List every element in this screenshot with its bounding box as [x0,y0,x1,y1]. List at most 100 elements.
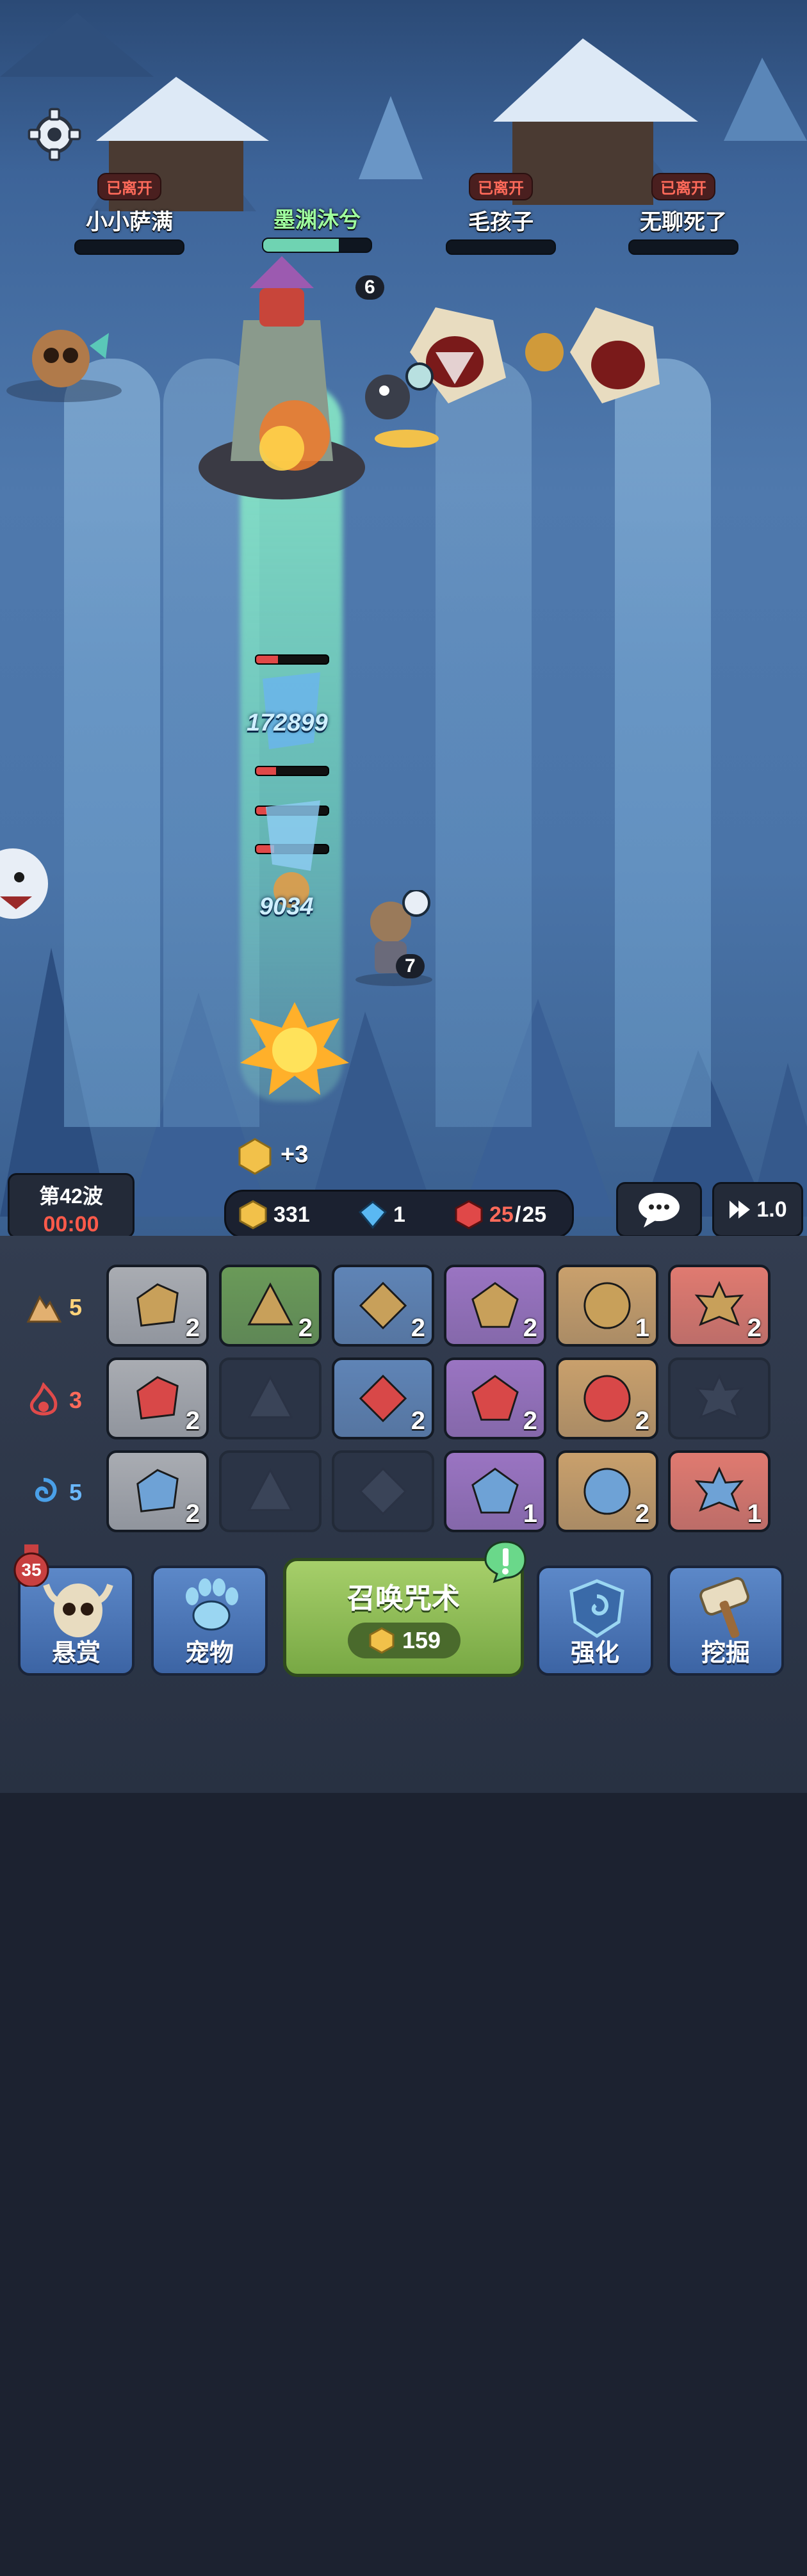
spell-card[interactable]: 1 [444,1450,546,1532]
speed-button[interactable]: 1.0 [712,1182,803,1236]
spell-emblem-icon [247,1375,293,1418]
spell-card[interactable]: 1 [556,1265,658,1347]
spell-emblem-icon [583,1468,631,1515]
element-label-earth: 5 [26,1276,90,1340]
spell-card [332,1450,434,1532]
spell-emblem-icon [359,1374,407,1423]
battlefield: 已离开 小小萨满 墨渊沐兮 已离开 毛孩子 已离开 无聊死了 6 172899 … [0,0,807,1236]
spell-emblem-icon [471,1375,519,1421]
spell-emblem-icon [471,1282,519,1328]
enemy-masked-warrior[interactable] [0,320,128,403]
spell-emblem-icon [471,1468,519,1514]
paw-icon [186,1578,238,1631]
swirl-shield-icon [569,1579,624,1638]
wave-timer: 00:00 [43,1212,99,1236]
summon-cost-value: 159 [402,1627,441,1653]
spell-emblem-icon [359,1467,407,1516]
spell-emblem-icon [136,1469,179,1512]
spell-card[interactable]: 2 [219,1265,322,1347]
speed-value: 1.0 [756,1197,787,1222]
gem-icon [358,1201,387,1229]
card-count: 2 [747,1314,762,1342]
spell-card [219,1450,322,1532]
skull-helmet-icon [43,1584,113,1637]
spell-emblem-icon [694,1373,744,1419]
alert-icon [484,1541,526,1584]
spell-card[interactable]: 2 [332,1357,434,1439]
bounty-badge: 35 [13,1544,50,1588]
spell-card[interactable]: 2 [332,1265,434,1347]
spell-card[interactable]: 2 [106,1265,209,1347]
units-separator: / [514,1202,521,1227]
coin-icon [238,1138,272,1175]
card-count: 2 [635,1500,649,1528]
player-hp-bar [628,239,738,255]
dig-button[interactable]: 挖掘 [667,1566,784,1676]
player-status-badge: 已离开 [97,173,161,200]
spell-emblem-icon [359,1281,407,1330]
hero-raccoon[interactable] [346,890,442,986]
player-slot-1: 已离开 小小萨满 [65,173,193,255]
card-count: 2 [185,1500,200,1528]
spell-card[interactable]: 2 [444,1265,546,1347]
fire-icon [29,1382,58,1416]
pets-label: 宠物 [184,1640,234,1667]
water-icon [35,1478,57,1502]
spell-card[interactable]: 2 [556,1357,658,1439]
damage-number: 172899 [247,709,328,736]
spell-card[interactable]: 2 [106,1450,209,1532]
explosion-effect [240,1002,349,1095]
player-slot-2: 墨渊沐兮 [253,179,381,253]
fast-forward-icon [730,1201,751,1219]
gold-count: 331 [273,1202,310,1227]
spell-emblem-icon [247,1468,293,1511]
player-status-badge: 已离开 [651,173,715,200]
chat-button[interactable] [616,1182,702,1236]
player-hp-bar [74,239,184,255]
element-count: 5 [69,1294,83,1320]
element-count: 5 [69,1479,83,1505]
player-name: 小小萨满 [86,210,173,234]
card-count: 2 [411,1407,425,1435]
spell-card[interactable]: 2 [106,1357,209,1439]
units-max: 25 [522,1202,547,1227]
player-name: 毛孩子 [468,210,534,234]
spell-card [219,1357,322,1439]
spell-emblem-icon [694,1281,744,1326]
card-count: 1 [747,1500,762,1528]
enemy-hp-bar [255,654,329,665]
player-hp-bar [446,239,556,255]
gem-count: 1 [393,1202,405,1227]
spell-emblem-icon [136,1283,179,1327]
resource-bar: 331 1 25/25 [224,1190,574,1236]
wave-label: 第42波 [39,1185,103,1208]
spell-card[interactable]: 1 [668,1450,770,1532]
card-count: 2 [523,1407,537,1435]
coin-gain-text: +3 [281,1141,309,1168]
enemy-yeti[interactable] [0,832,51,935]
chat-bubble-icon [639,1193,680,1227]
earth-icon [26,1295,61,1323]
pets-button[interactable]: 宠物 [151,1566,268,1676]
card-count: 2 [185,1407,200,1435]
dig-label: 挖掘 [701,1640,750,1667]
player-name: 无聊死了 [640,210,727,234]
spell-card[interactable]: 2 [444,1357,546,1439]
card-count: 1 [635,1314,649,1342]
hammer-icon [699,1577,749,1639]
card-count: 2 [298,1314,313,1342]
units-current: 25 [489,1202,514,1227]
bounty-label: 悬赏 [51,1640,101,1667]
element-label-fire: 3 [26,1368,90,1432]
gold-icon [239,1200,267,1229]
spell-card[interactable]: 2 [556,1450,658,1532]
spell-emblem-icon [694,1466,744,1512]
spell-card[interactable]: 2 [668,1265,770,1347]
settings-gear-icon[interactable] [26,106,83,163]
enemy-bird[interactable] [355,359,439,455]
enemy-spiky-beast-2[interactable] [512,307,666,410]
card-count: 2 [185,1314,200,1342]
boss-totem[interactable] [192,243,371,512]
upgrade-button[interactable]: 强化 [537,1566,653,1676]
element-count: 3 [69,1387,83,1413]
